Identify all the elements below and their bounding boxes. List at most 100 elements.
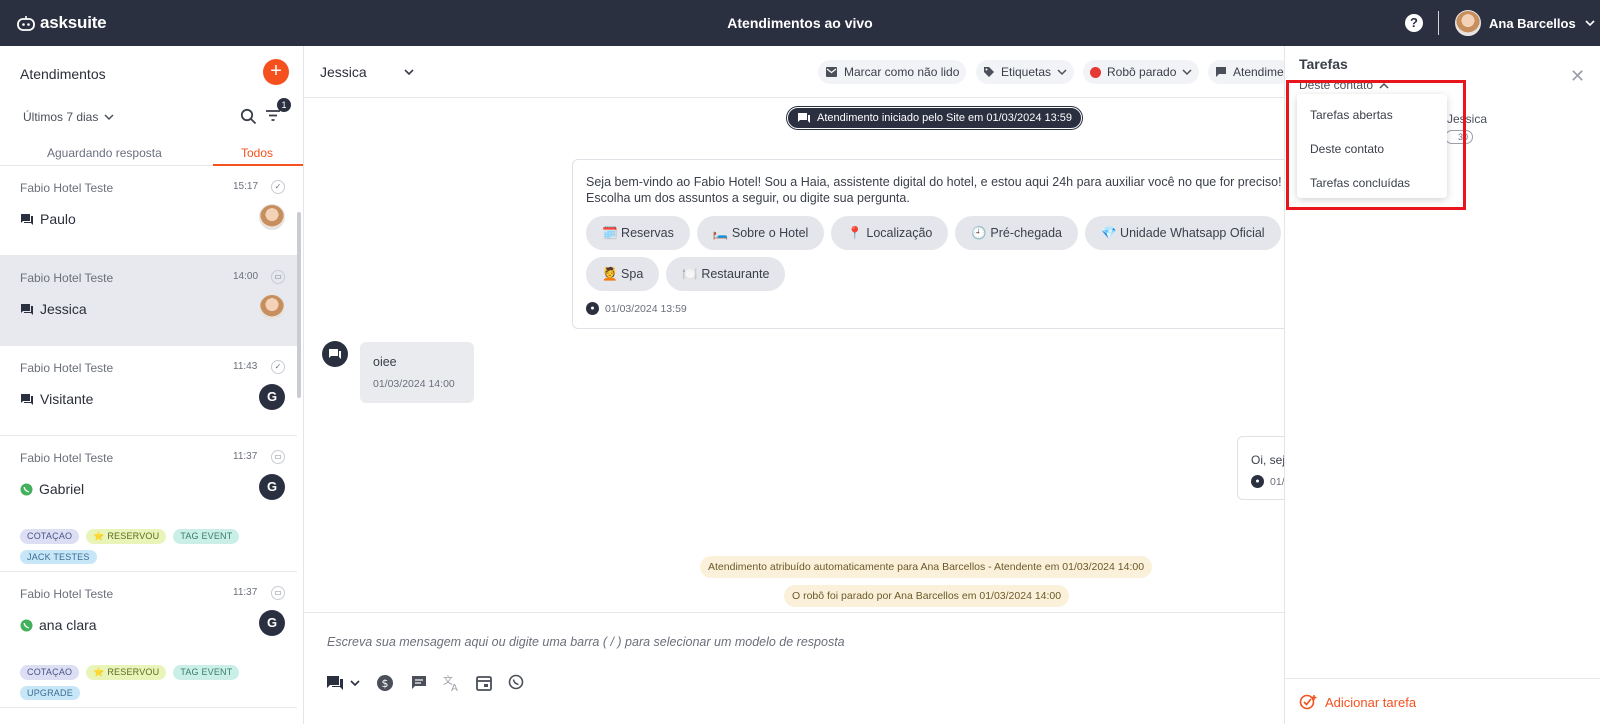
bot-icon: ●: [586, 302, 599, 315]
conversation-contact: Paulo: [20, 211, 76, 227]
quick-reply-reservas[interactable]: 🗓️ Reservas: [586, 216, 690, 250]
conversation-time: 15:17: [233, 181, 259, 192]
top-bar: asksuite Atendimentos ao vivo ? Ana Barc…: [0, 0, 1600, 46]
highlight-box: [1286, 80, 1466, 210]
whatsapp-icon: [20, 483, 33, 495]
chat-icon: [21, 213, 33, 225]
quick-reply-sobre-hotel[interactable]: 🛏️ Sobre o Hotel: [696, 216, 825, 250]
tab-all[interactable]: Todos: [241, 146, 273, 160]
conversation-hotel: Fabio Hotel Teste: [20, 451, 114, 465]
conversation-item[interactable]: Fabio Hotel Teste 15:17 ✓ Paulo: [0, 166, 297, 256]
bot-message-line: Seja bem-vindo ao Fabio Hotel! Sou a Hai…: [586, 175, 1301, 189]
conversation-time: 11:37: [233, 587, 258, 598]
quick-reply-restaurante[interactable]: 🍽️ Restaurante: [666, 257, 786, 291]
avatar: [259, 294, 285, 320]
search-icon[interactable]: [240, 108, 257, 125]
add-task-button[interactable]: Adicionar tarefa: [1299, 693, 1416, 711]
message-timestamp: ● 01/: [1251, 475, 1285, 488]
tag: ⭐ RESERVOU: [86, 665, 167, 680]
contact-select[interactable]: Jessica: [320, 64, 415, 80]
read-status-icon: ✓: [271, 180, 285, 194]
chevron-down-icon: [1057, 68, 1067, 75]
attendance-button[interactable]: Atendime: [1208, 60, 1291, 84]
message-icon: [1216, 67, 1226, 77]
stopped-status-icon: [1090, 66, 1101, 78]
conversation-hotel: Fabio Hotel Teste: [20, 361, 114, 375]
system-message: Atendimento atribuído automaticamente pa…: [700, 556, 1153, 578]
conversation-time: 11:43: [233, 361, 258, 372]
contact-name: ana clara: [39, 617, 97, 633]
bot-message: Seja bem-vindo ao Fabio Hotel! Sou a Hai…: [572, 159, 1301, 329]
quick-message-icon[interactable]: [410, 674, 428, 696]
message-timestamp: ● 01/03/2024 13:59: [586, 302, 687, 315]
help-icon[interactable]: ?: [1405, 14, 1423, 32]
robot-status-label: Robô parado: [1107, 65, 1177, 79]
message-composer: Escreva sua mensagem aqui ou digite uma …: [304, 612, 1284, 724]
conversation-item[interactable]: Fabio Hotel Teste 11:37 ▭ Gabriel G COTA…: [0, 436, 297, 572]
message-text: Oi, sej: [1251, 453, 1286, 467]
tag: JACK TESTES: [20, 550, 97, 564]
unread-status-icon: ▭: [271, 586, 285, 600]
sidebar-title: Atendimentos: [20, 66, 106, 82]
tab-awaiting-reply[interactable]: Aguardando resposta: [47, 146, 162, 160]
date-range-select[interactable]: Últimos 7 dias: [23, 110, 114, 124]
attendance-label: Atendime: [1233, 65, 1284, 79]
contact-name: Visitante: [40, 391, 94, 407]
message-input[interactable]: Escreva sua mensagem aqui ou digite uma …: [327, 635, 845, 649]
quick-reply-spa[interactable]: 💆 Spa: [586, 257, 660, 291]
chevron-down-icon: [1585, 20, 1595, 27]
chat-channel-icon: [327, 676, 360, 690]
mark-unread-label: Marcar como não lido: [844, 65, 960, 79]
chat-start-text: Atendimento iniciado pelo Site em 01/03/…: [817, 112, 1073, 124]
contact-name: Jessica: [320, 64, 367, 80]
chat-header: Jessica Marcar como não lido Etiquetas R…: [304, 46, 1291, 98]
message-text: oiee: [373, 355, 397, 369]
message-timestamp: 01/03/2024 14:00: [373, 378, 455, 390]
close-icon[interactable]: ✕: [1570, 66, 1585, 87]
contact-name: Jessica: [40, 301, 87, 317]
unread-status-icon: ▭: [271, 270, 285, 284]
add-conversation-button[interactable]: +: [263, 59, 289, 85]
contact-name: Paulo: [40, 211, 76, 227]
translate-icon[interactable]: 文A: [442, 674, 462, 696]
user-message: oiee 01/03/2024 14:00: [360, 342, 474, 403]
tag: TAG EVENT: [173, 529, 240, 544]
avatar: G: [259, 384, 285, 410]
chevron-down-icon: [404, 69, 414, 76]
tag: ⭐ RESERVOU: [86, 529, 167, 544]
conversation-hotel: Fabio Hotel Teste: [20, 587, 114, 601]
chat-start-notice: Atendimento iniciado pelo Site em 01/03/…: [787, 107, 1083, 129]
chat-icon: [329, 349, 341, 359]
chat-icon: [798, 113, 810, 123]
calendar-icon: [476, 676, 492, 691]
whatsapp-template-icon[interactable]: [508, 674, 524, 694]
robot-status-button[interactable]: Robô parado: [1083, 60, 1200, 84]
quick-reply-whatsapp[interactable]: 💎 Unidade Whatsapp Oficial: [1085, 216, 1281, 250]
scrollbar[interactable]: [297, 212, 301, 398]
user-menu[interactable]: Ana Barcellos: [1455, 10, 1596, 36]
avatar: G: [259, 610, 285, 636]
conversation-list: Fabio Hotel Teste 15:17 ✓ Paulo Fabio Ho…: [0, 166, 297, 708]
payment-icon[interactable]: $: [376, 674, 394, 696]
avatar: [259, 204, 285, 230]
conversation-time: 14:00: [233, 271, 259, 282]
quick-reply-pre-chegada[interactable]: 🕘 Pré-chegada: [955, 216, 1079, 250]
calendar-icon[interactable]: [476, 674, 492, 695]
tag-list: COTAÇAO ⭐ RESERVOU TAG EVENT UPGRADE: [20, 665, 270, 700]
conversation-item[interactable]: Fabio Hotel Teste 11:37 ▭ ana clara G CO…: [0, 572, 297, 708]
user-chat-icon: [322, 341, 348, 367]
chevron-down-icon: [1182, 68, 1192, 75]
tag: COTAÇAO: [20, 665, 80, 680]
bot-icon: ●: [1251, 475, 1264, 488]
conversation-contact: Visitante: [20, 391, 93, 407]
tags-label: Etiquetas: [1001, 65, 1052, 79]
quick-reply-localizacao[interactable]: 📍 Localização: [831, 216, 949, 250]
message-icon: [412, 676, 426, 689]
chevron-down-icon: [104, 113, 114, 120]
conversation-item[interactable]: Fabio Hotel Teste 11:43 ✓ Visitante G: [0, 346, 297, 436]
chat-icon: [21, 303, 33, 315]
tags-button[interactable]: Etiquetas: [976, 60, 1075, 84]
channel-select[interactable]: [326, 674, 362, 696]
conversation-item-active[interactable]: Fabio Hotel Teste 14:00 ▭ Jessica: [0, 256, 297, 346]
mark-unread-button[interactable]: Marcar como não lido: [818, 60, 967, 84]
